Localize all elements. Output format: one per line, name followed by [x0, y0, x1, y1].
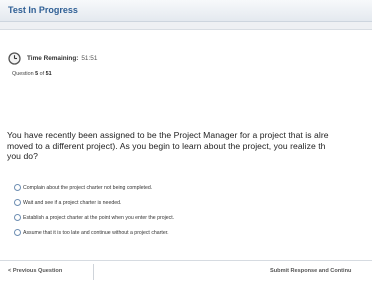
question-text: You have recently been assigned to be th… — [7, 130, 372, 162]
timer-value: 51:51 — [81, 54, 98, 62]
footer-bar: < Previous Question Submit Response and … — [0, 260, 372, 282]
answer-option-label: Wait and see if a project charter is nee… — [23, 199, 122, 206]
question-total: 51 — [45, 71, 52, 77]
question-line: moved to a different project). As you be… — [7, 140, 326, 151]
timer: Time Remaining: 51:51 — [8, 51, 97, 65]
clock-icon — [8, 51, 21, 65]
question-counter: Question 5 of 51 — [12, 71, 52, 77]
question-counter-prefix: Question — [12, 71, 34, 77]
radio-button[interactable] — [14, 184, 21, 191]
footer-divider — [93, 264, 94, 280]
answer-option-label: Establish a project charter at the point… — [23, 214, 175, 221]
radio-button[interactable] — [14, 199, 21, 206]
question-of: of — [39, 71, 45, 77]
radio-button[interactable] — [14, 214, 21, 221]
question-current: 5 — [35, 71, 39, 77]
question-line: you do? — [7, 151, 38, 161]
title-bar: Test In Progress — [0, 0, 372, 22]
answer-option[interactable]: Establish a project charter at the point… — [14, 214, 174, 221]
radio-button[interactable] — [14, 229, 21, 236]
timer-label: Time Remaining: — [27, 54, 79, 62]
question-line: You have recently been assigned to be th… — [7, 130, 329, 140]
submit-response-button[interactable]: Submit Response and Continu — [270, 268, 351, 274]
answer-option[interactable]: Wait and see if a project charter is nee… — [14, 199, 121, 206]
answer-option-label: Assume that it is too late and continue … — [23, 229, 169, 236]
previous-question-button[interactable]: < Previous Question — [8, 268, 62, 274]
answer-option-label: Complain about the project charter not b… — [23, 184, 153, 191]
answer-option[interactable]: Complain about the project charter not b… — [14, 184, 152, 191]
answer-option[interactable]: Assume that it is too late and continue … — [14, 229, 169, 236]
page-title: Test In Progress — [8, 5, 78, 15]
